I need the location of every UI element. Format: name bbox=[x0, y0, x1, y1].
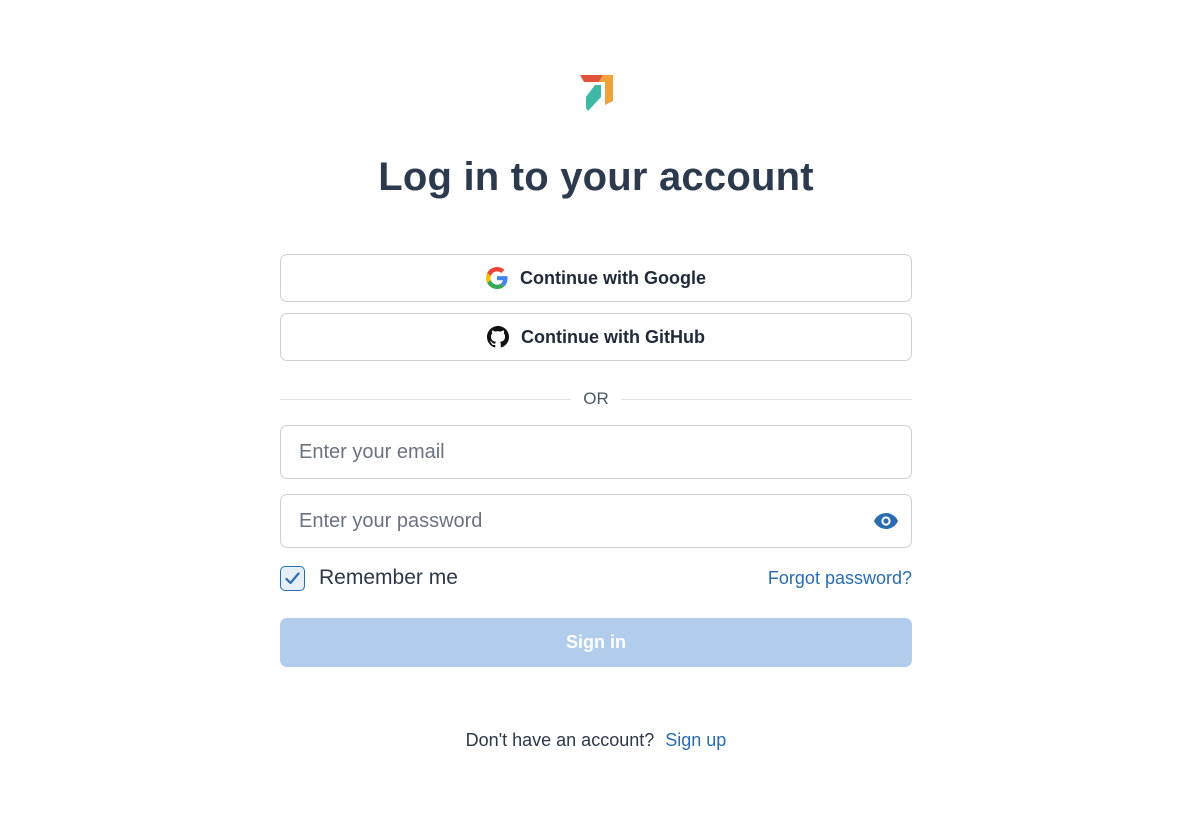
divider-text: OR bbox=[583, 389, 609, 408]
email-field[interactable] bbox=[281, 426, 911, 478]
password-field[interactable] bbox=[281, 495, 911, 547]
remember-me-label: Remember me bbox=[319, 566, 458, 589]
sign-in-button[interactable]: Sign in bbox=[280, 618, 912, 667]
page-title: Log in to your account bbox=[378, 155, 814, 199]
google-icon bbox=[486, 267, 508, 289]
google-button-label: Continue with Google bbox=[520, 267, 706, 288]
signup-prompt-row: Don't have an account? Sign up bbox=[0, 730, 1192, 751]
form-options-row: Remember me Forgot password? bbox=[280, 565, 912, 591]
divider-line-right bbox=[620, 398, 912, 400]
login-form: Continue with Google Continue with GitHu… bbox=[280, 254, 912, 667]
github-icon bbox=[487, 326, 510, 348]
password-field-wrapper bbox=[280, 494, 912, 548]
brand-logo-icon bbox=[580, 75, 614, 112]
continue-with-google-button[interactable]: Continue with Google bbox=[280, 254, 912, 302]
or-divider: OR bbox=[280, 387, 912, 411]
remember-me-toggle[interactable]: Remember me bbox=[280, 565, 458, 591]
continue-with-github-button[interactable]: Continue with GitHub bbox=[280, 313, 912, 361]
signup-prompt-text: Don't have an account? bbox=[465, 730, 655, 750]
email-field-wrapper bbox=[280, 425, 912, 479]
remember-me-checkbox[interactable] bbox=[280, 565, 305, 591]
eye-icon[interactable] bbox=[873, 510, 899, 532]
checkmark-icon bbox=[285, 571, 300, 584]
github-button-label: Continue with GitHub bbox=[521, 326, 705, 347]
forgot-password-link[interactable]: Forgot password? bbox=[768, 568, 912, 589]
sign-up-link[interactable]: Sign up bbox=[665, 730, 726, 750]
divider-line-left bbox=[280, 398, 572, 400]
